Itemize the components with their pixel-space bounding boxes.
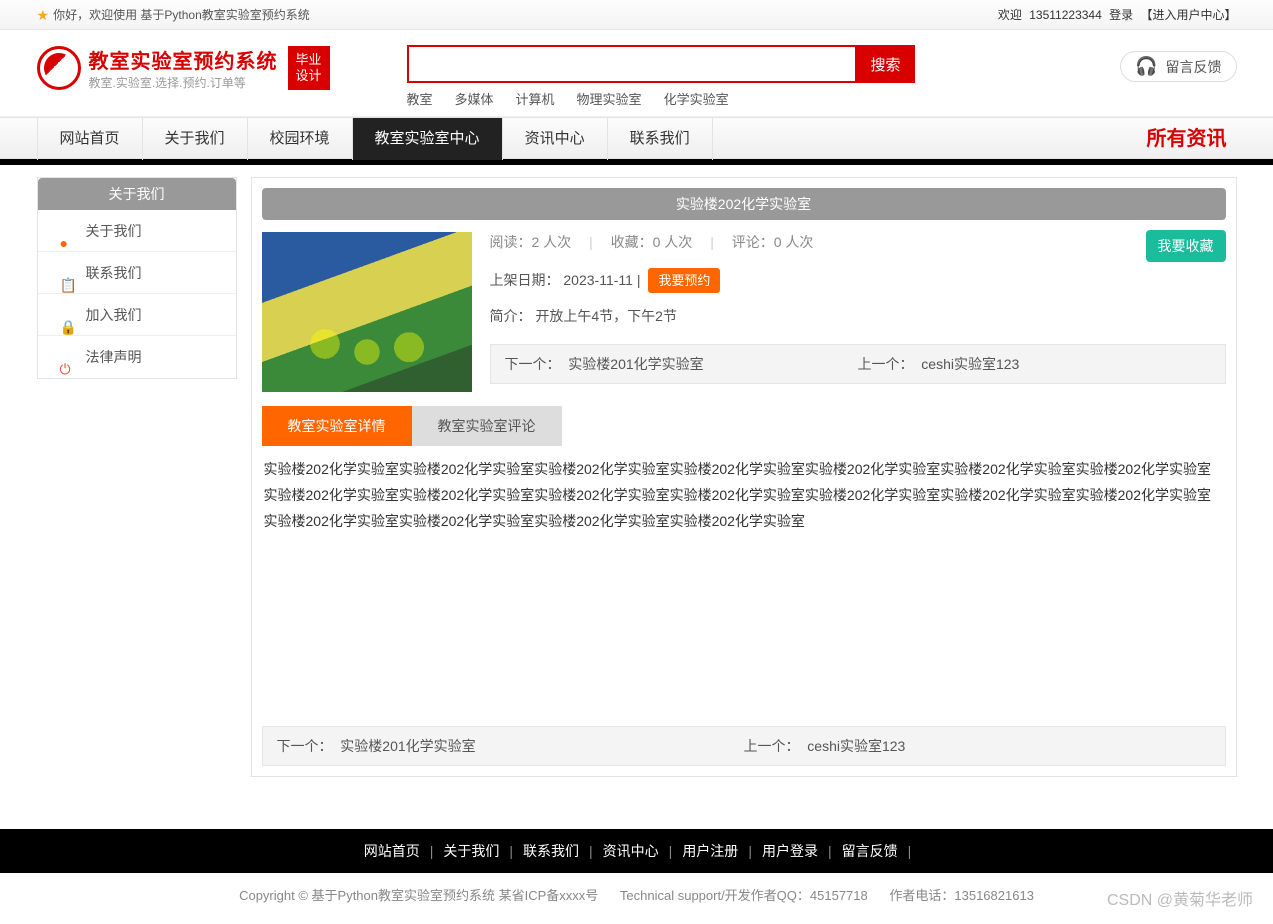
grad-badge: 毕业 设计: [288, 46, 330, 90]
sidebar-item-label: 加入我们: [86, 307, 142, 323]
nav-item[interactable]: 教室实验室中心: [353, 118, 503, 160]
stats-row: 阅读：2 人次 | 收藏：0 人次 | 评论：0 人次: [490, 232, 1226, 252]
sidebar-title: 关于我们: [38, 178, 236, 210]
feedback-label: 留言反馈: [1166, 57, 1222, 77]
topbar: ★ 你好，欢迎使用 基于Python教室实验室预约系统 欢迎 135112233…: [0, 0, 1273, 30]
date-value: 2023-11-11: [563, 272, 633, 288]
next-link[interactable]: 实验楼201化学实验室: [568, 356, 703, 372]
user-phone: 13511223344: [1029, 8, 1102, 22]
favorite-button[interactable]: 我要收藏: [1146, 230, 1226, 262]
sidebar-about: 关于我们 ● 关于我们 📋 联系我们 🔒 加入我们 ⏻ 法律声明: [37, 177, 237, 379]
description-text: 实验楼202化学实验室实验楼202化学实验室实验楼202化学实验室实验楼202化…: [262, 446, 1226, 716]
search-link[interactable]: 物理实验室: [577, 92, 642, 107]
detail-tabs: 教室实验室详情教室实验室评论: [262, 406, 1226, 446]
sidebar-item[interactable]: 🔒 加入我们: [38, 294, 236, 336]
intro-label: 简介：: [490, 308, 532, 324]
star-icon: ★: [37, 0, 50, 30]
sidebar-item[interactable]: ⏻ 法律声明: [38, 336, 236, 378]
fav-value: 0 人次: [653, 234, 693, 250]
next-label-bottom: 下一个：: [277, 738, 333, 754]
search-link[interactable]: 教室: [407, 92, 433, 107]
logo-icon: [37, 46, 81, 90]
book-button[interactable]: 我要预约: [648, 268, 720, 293]
logo-area[interactable]: 教室实验室预约系统 教室.实验室.选择.预约.订单等 毕业 设计: [37, 45, 407, 91]
prev-link[interactable]: ceshi实验室123: [921, 356, 1019, 372]
nav-item[interactable]: 校园环境: [248, 118, 353, 160]
site-title: 教室实验室预约系统: [89, 45, 278, 74]
tech-support: Technical support/开发作者QQ：45157718: [620, 888, 868, 903]
search-link[interactable]: 计算机: [516, 92, 555, 107]
site-subtitle: 教室.实验室.选择.预约.订单等: [89, 74, 278, 91]
nav-all-news[interactable]: 所有资讯: [1147, 118, 1237, 160]
read-value: 2 人次: [532, 234, 572, 250]
footer-link[interactable]: 资讯中心: [603, 843, 659, 859]
copyright: Copyright © 基于Python教室实验室预约系统 某省ICP备xxxx…: [239, 888, 598, 903]
search-quick-links: 教室 多媒体 计算机 物理实验室 化学实验室: [407, 89, 1037, 108]
greeting-text: 你好，欢迎使用 基于Python教室实验室预约系统: [53, 0, 310, 30]
prev-label-bottom: 上一个：: [744, 738, 800, 754]
footer-info: Copyright © 基于Python教室实验室预约系统 某省ICP备xxxx…: [0, 873, 1273, 924]
lab-thumbnail: [262, 232, 472, 392]
main-nav: 网站首页关于我们校园环境教室实验室中心资讯中心联系我们: [37, 118, 713, 160]
intro-value: 开放上午4节，下午2节: [535, 308, 677, 324]
legal-icon: ⏻: [60, 348, 76, 364]
sidebar-item[interactable]: 📋 联系我们: [38, 252, 236, 294]
footer-link[interactable]: 关于我们: [443, 843, 499, 859]
usercenter-link[interactable]: 【进入用户中心】: [1140, 8, 1236, 22]
footer-link[interactable]: 用户登录: [762, 843, 818, 859]
prev-link-bottom[interactable]: ceshi实验室123: [807, 738, 905, 754]
sidebar-item-label: 关于我们: [86, 223, 142, 239]
read-label: 阅读：: [490, 234, 532, 250]
nav-item[interactable]: 资讯中心: [503, 118, 608, 160]
footer-nav: 网站首页|关于我们|联系我们|资讯中心|用户注册|用户登录|留言反馈|: [0, 829, 1273, 873]
next-label: 下一个：: [505, 356, 561, 372]
info-icon: ●: [60, 222, 76, 238]
footer-link[interactable]: 留言反馈: [842, 843, 898, 859]
tab[interactable]: 教室实验室详情: [262, 406, 412, 446]
search-button[interactable]: 搜索: [857, 45, 915, 83]
search-link[interactable]: 多媒体: [455, 92, 494, 107]
author-tel: 作者电话：13516821613: [889, 888, 1034, 903]
page-title: 实验楼202化学实验室: [262, 188, 1226, 220]
headset-icon: 🎧: [1135, 56, 1157, 77]
footer-link[interactable]: 网站首页: [364, 843, 420, 859]
nav-item[interactable]: 关于我们: [143, 118, 248, 160]
search-link[interactable]: 化学实验室: [664, 92, 729, 107]
fav-label: 收藏：: [611, 234, 653, 250]
footer-link[interactable]: 联系我们: [523, 843, 579, 859]
footer-link[interactable]: 用户注册: [682, 843, 738, 859]
content-panel: 实验楼202化学实验室 阅读：2 人次 | 收藏：0 人次 | 评论：0 人次 …: [251, 177, 1237, 777]
comment-label: 评论：: [732, 234, 774, 250]
sidebar-item-label: 法律声明: [86, 349, 142, 365]
next-link-bottom[interactable]: 实验楼201化学实验室: [340, 738, 475, 754]
comment-value: 0 人次: [774, 234, 814, 250]
prev-label: 上一个：: [858, 356, 914, 372]
nav-item[interactable]: 网站首页: [37, 118, 143, 160]
tab[interactable]: 教室实验室评论: [412, 406, 562, 446]
nav-item[interactable]: 联系我们: [608, 118, 713, 160]
sidebar-item[interactable]: ● 关于我们: [38, 210, 236, 252]
login-link[interactable]: 登录: [1109, 8, 1133, 22]
feedback-button[interactable]: 🎧 留言反馈: [1120, 51, 1236, 82]
sidebar-item-label: 联系我们: [86, 265, 142, 281]
search-input[interactable]: [407, 45, 857, 83]
contact-icon: 📋: [60, 264, 76, 280]
join-icon: 🔒: [60, 306, 76, 322]
welcome-label: 欢迎: [998, 8, 1022, 22]
date-label: 上架日期：: [490, 272, 560, 288]
